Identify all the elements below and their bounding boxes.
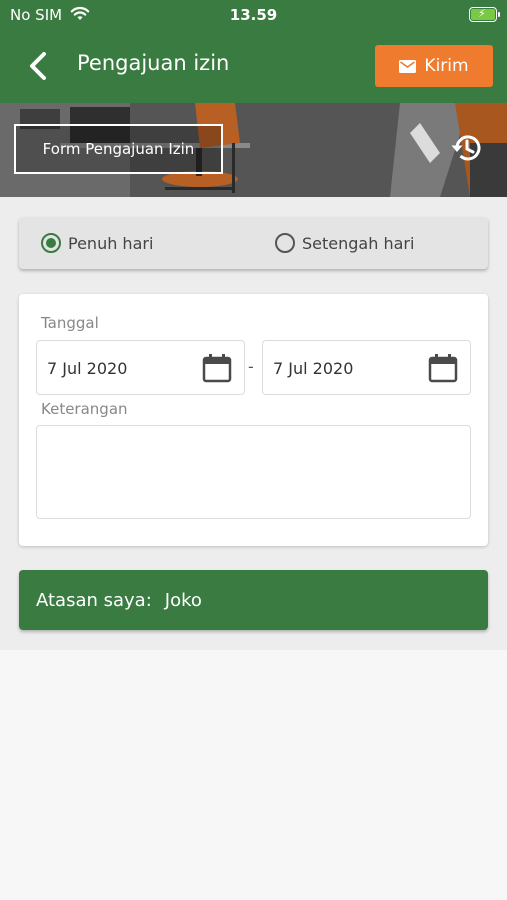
status-bar: No SIM 13.59 ⚡ <box>0 0 507 30</box>
mail-icon <box>399 59 417 73</box>
calendar-icon <box>202 354 232 383</box>
history-button[interactable] <box>448 130 484 166</box>
back-button[interactable] <box>22 48 56 84</box>
radio-empty-icon <box>275 233 295 253</box>
app-header: No SIM 13.59 ⚡ Pengajuan izin Kirim <box>0 0 507 103</box>
supervisor-name: Joko <box>164 589 202 611</box>
radio-half-day[interactable]: Setengah hari <box>275 217 414 269</box>
history-icon <box>451 135 481 161</box>
leave-form-card: Tanggal 7 Jul 2020 - 7 Jul 2020 Keterang… <box>19 294 488 546</box>
radio-full-day-label: Penuh hari <box>68 233 154 253</box>
end-date-field[interactable]: 7 Jul 2020 <box>262 340 471 395</box>
radio-selected-icon <box>41 233 61 253</box>
supervisor-bar: Atasan saya: Joko <box>19 570 488 630</box>
radio-half-day-label: Setengah hari <box>302 233 415 253</box>
empty-area <box>0 650 507 900</box>
calendar-icon <box>428 354 458 383</box>
supervisor-label: Atasan saya: <box>36 589 152 611</box>
chevron-left-icon <box>30 52 46 80</box>
banner: Form Pengajuan Izin <box>0 103 507 197</box>
start-date-field[interactable]: 7 Jul 2020 <box>36 340 245 395</box>
end-date-value: 7 Jul 2020 <box>273 359 354 378</box>
note-textarea[interactable] <box>36 425 471 519</box>
duration-selector: Penuh hari Setengah hari <box>19 217 488 269</box>
send-button-label: Kirim <box>424 56 469 76</box>
form-title-label: Form Pengajuan Izin <box>14 124 223 174</box>
date-separator: - <box>248 357 254 376</box>
battery-icon: ⚡ <box>469 7 500 22</box>
note-label: Keterangan <box>41 400 128 418</box>
start-date-value: 7 Jul 2020 <box>47 359 128 378</box>
radio-full-day[interactable]: Penuh hari <box>41 217 153 269</box>
send-button[interactable]: Kirim <box>375 45 493 87</box>
page-title: Pengajuan izin <box>77 51 230 75</box>
date-label: Tanggal <box>41 314 99 332</box>
clock: 13.59 <box>229 6 278 24</box>
form-content: Penuh hari Setengah hari Tanggal 7 Jul 2… <box>0 197 507 650</box>
